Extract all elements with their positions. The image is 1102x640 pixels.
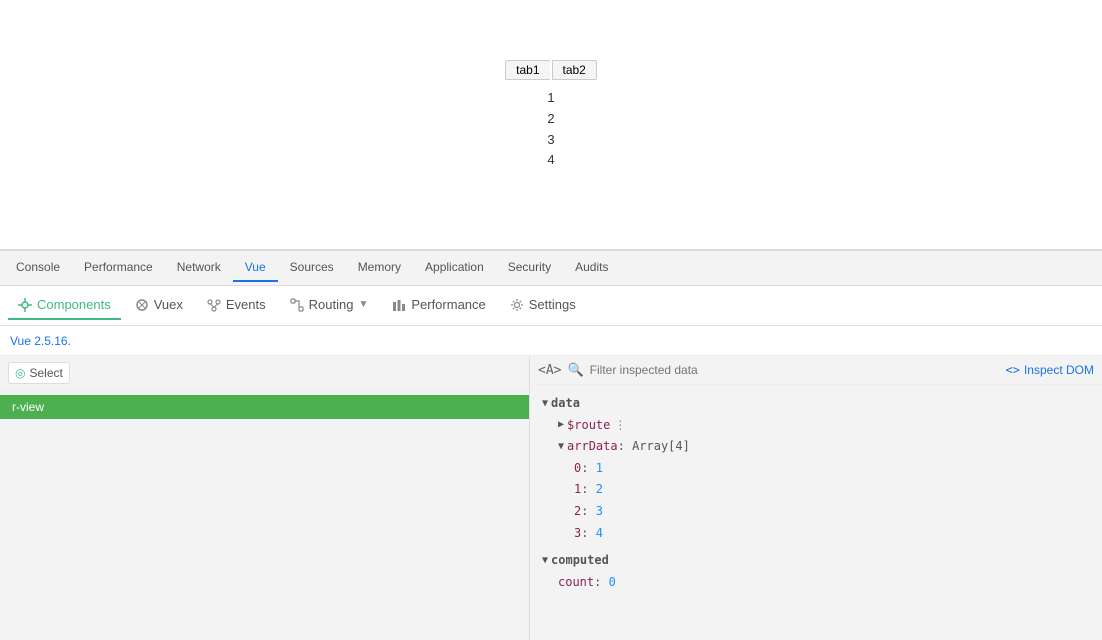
select-button[interactable]: ◎ Select [8, 362, 70, 384]
vue-tab-components-label: Components [37, 297, 111, 312]
components-icon [18, 298, 32, 312]
page-number-1: 1 [547, 88, 554, 109]
route-arrow[interactable] [558, 416, 564, 434]
count-row: count : 0 [542, 572, 1090, 594]
arr-index-0: 0 [574, 458, 581, 480]
tab-network[interactable]: Network [165, 254, 233, 282]
tab-console[interactable]: Console [4, 254, 72, 282]
tab-performance[interactable]: Performance [72, 254, 165, 282]
tab-application[interactable]: Application [413, 254, 496, 282]
vue-tab-vuex-label: Vuex [154, 297, 183, 312]
vue-tab-performance-label: Performance [411, 297, 485, 312]
arr-item-2: 2 : 3 [542, 501, 1090, 523]
arrdata-type: Array[4] [632, 436, 690, 458]
arr-index-1: 1 [574, 479, 581, 501]
inspect-dom-button[interactable]: <> Inspect DOM [1006, 363, 1094, 377]
right-panel: <A> 🔍 <> Inspect DOM data $route [530, 356, 1102, 640]
arr-index-3: 3 [574, 523, 581, 545]
tab2-button[interactable]: tab2 [552, 60, 597, 80]
vue-tab-events-label: Events [226, 297, 266, 312]
arr-colon-0: : [581, 458, 595, 480]
arr-item-3: 3 : 4 [542, 523, 1090, 545]
devtools-main: ◎ Select r-view <A> 🔍 <> Inspect DOM [0, 356, 1102, 640]
arrdata-separator: : [618, 436, 632, 458]
vue-toolbar: Components Vuex [0, 286, 1102, 326]
arr-index-2: 2 [574, 501, 581, 523]
devtools-tab-bar: Console Performance Network Vue Sources … [0, 251, 1102, 286]
settings-icon [510, 298, 524, 312]
page-number-2: 2 [547, 109, 554, 130]
tab-security[interactable]: Security [496, 254, 563, 282]
page-number-3: 3 [547, 130, 554, 151]
count-value: 0 [609, 572, 616, 594]
component-item-r-view[interactable]: r-view [0, 395, 529, 419]
tab-audits[interactable]: Audits [563, 254, 620, 282]
arr-item-0: 0 : 1 [542, 458, 1090, 480]
vuex-icon [135, 298, 149, 312]
routing-dropdown-icon[interactable]: ▼ [358, 299, 368, 310]
tab-vue[interactable]: Vue [233, 254, 278, 282]
arr-value-0: 1 [596, 458, 603, 480]
vue-tab-settings-label: Settings [529, 297, 576, 312]
route-menu[interactable]: ⋮ [614, 415, 626, 437]
devtools-panel: Console Performance Network Vue Sources … [0, 250, 1102, 640]
arr-value-1: 2 [596, 479, 603, 501]
inspect-dom-label: Inspect DOM [1024, 363, 1094, 377]
count-colon: : [594, 572, 608, 594]
tab-buttons: tab1 tab2 [505, 60, 597, 80]
data-arrow[interactable] [542, 395, 548, 413]
filter-input[interactable] [590, 363, 1000, 377]
vue-tab-routing-label: Routing [309, 297, 354, 312]
data-section-row: data [542, 393, 1090, 415]
tab-sources[interactable]: Sources [278, 254, 346, 282]
route-key: $route [567, 415, 610, 437]
arr-value-3: 4 [596, 523, 603, 545]
tab1-button[interactable]: tab1 [505, 60, 549, 80]
search-icon: 🔍 [567, 362, 583, 378]
arr-colon-2: : [581, 501, 595, 523]
data-label: data [551, 393, 580, 415]
browser-content: tab1 tab2 1 2 3 4 [0, 0, 1102, 250]
component-name-r-view: r-view [12, 400, 44, 414]
events-icon [207, 298, 221, 312]
component-list: r-view [0, 391, 529, 640]
arr-item-1: 1 : 2 [542, 479, 1090, 501]
vue-tab-settings[interactable]: Settings [500, 291, 586, 320]
select-button-label: Select [29, 366, 62, 380]
vue-tab-events[interactable]: Events [197, 291, 276, 320]
arrdata-arrow[interactable] [558, 438, 564, 456]
vue-tab-performance[interactable]: Performance [382, 291, 495, 320]
right-toolbar: <A> 🔍 <> Inspect DOM [530, 356, 1102, 385]
arr-colon-1: : [581, 479, 595, 501]
anchor-tag: <A> [538, 363, 561, 378]
select-target-icon: ◎ [15, 366, 25, 380]
arrdata-row: arrData : Array[4] [542, 436, 1090, 458]
routing-icon [290, 298, 304, 312]
page-content: 1 2 3 4 [547, 88, 554, 171]
computed-label: computed [551, 550, 609, 572]
arr-colon-3: : [581, 523, 595, 545]
vue-tab-vuex[interactable]: Vuex [125, 291, 193, 320]
left-panel: ◎ Select r-view [0, 356, 530, 640]
inspect-dom-icon: <> [1006, 363, 1020, 377]
page-number-4: 4 [547, 150, 554, 171]
tab-memory[interactable]: Memory [346, 254, 413, 282]
arr-value-2: 3 [596, 501, 603, 523]
count-key: count [558, 572, 594, 594]
vue-tab-routing[interactable]: Routing ▼ [280, 291, 379, 320]
arrdata-key: arrData [567, 436, 618, 458]
route-row: $route ⋮ [542, 415, 1090, 437]
performance-icon [392, 298, 406, 312]
vue-version: Vue 2.5.16. [10, 334, 71, 348]
left-panel-toolbar: ◎ Select [0, 356, 529, 391]
version-bar: Vue 2.5.16. [0, 326, 1102, 356]
vue-tab-components[interactable]: Components [8, 291, 121, 320]
computed-section-row: computed [542, 550, 1090, 572]
data-panel: data $route ⋮ arrData : Array[4] [530, 385, 1102, 640]
computed-arrow[interactable] [542, 552, 548, 570]
